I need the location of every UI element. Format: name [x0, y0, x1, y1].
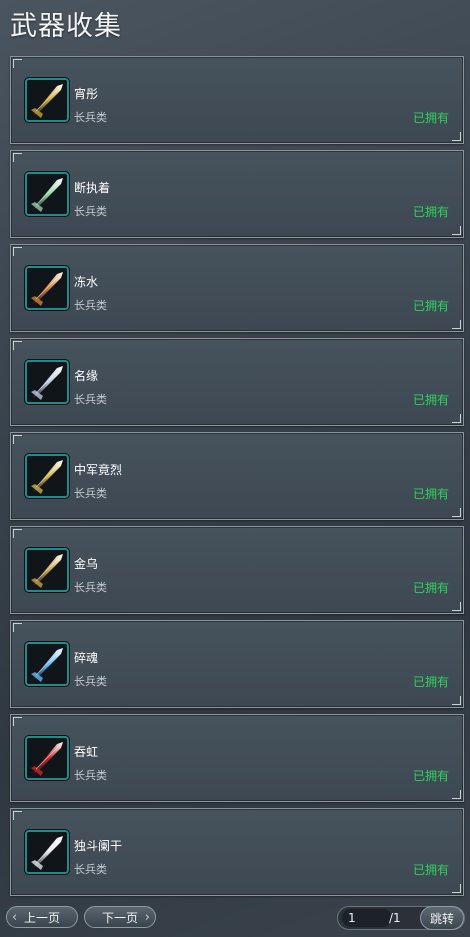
owned-status: 已拥有	[412, 769, 449, 783]
next-page-label: 下一页	[101, 910, 138, 925]
weapon-card[interactable]: 冻水 长兵类 已拥有	[10, 244, 464, 332]
weapon-card[interactable]: 吞虹 长兵类 已拥有	[10, 714, 464, 802]
weapon-type: 长兵类	[74, 205, 107, 218]
chevron-left-icon: ‹	[12, 910, 18, 925]
weapon-card[interactable]: 名缘 长兵类 已拥有	[10, 338, 464, 426]
page-jump-box: 1 /1 跳转	[337, 906, 465, 930]
owned-status: 已拥有	[412, 581, 449, 595]
golden-spear-icon	[25, 548, 69, 592]
prev-page-button[interactable]: ‹ 上一页	[6, 906, 78, 928]
weapon-name: 金乌	[74, 557, 99, 571]
weapon-type: 长兵类	[74, 863, 107, 876]
owned-status: 已拥有	[412, 299, 449, 313]
weapon-name: 中军竟烈	[74, 463, 123, 477]
weapon-type: 长兵类	[74, 675, 107, 688]
trident-icon	[25, 454, 69, 498]
weapon-card[interactable]: 宵彤 长兵类 已拥有	[10, 56, 464, 144]
next-page-button[interactable]: 下一页 ›	[84, 906, 156, 928]
owned-status: 已拥有	[412, 863, 449, 877]
chevron-right-icon: ›	[144, 910, 150, 925]
owned-status: 已拥有	[412, 111, 449, 125]
page-title: 武器收集	[10, 11, 122, 42]
weapon-list: 宵彤 长兵类 已拥有 断执着 长兵类 已拥有 冻水 长兵类 已拥有 名缘 长兵类…	[10, 56, 464, 902]
weapon-type: 长兵类	[74, 769, 107, 782]
golden-blade-icon	[25, 78, 69, 122]
white-blade-icon	[25, 830, 69, 874]
weapon-name: 冻水	[74, 275, 99, 289]
prev-page-label: 上一页	[23, 910, 60, 925]
weapon-type: 长兵类	[74, 581, 107, 594]
jade-blade-icon	[25, 172, 69, 216]
weapon-type: 长兵类	[74, 393, 107, 406]
weapon-name: 断执着	[74, 181, 111, 195]
page-total: /1	[389, 911, 401, 925]
weapon-type: 长兵类	[74, 299, 107, 312]
weapon-name: 独斗阑干	[74, 839, 123, 853]
weapon-name: 吞虹	[74, 745, 99, 759]
weapon-card[interactable]: 独斗阑干 长兵类 已拥有	[10, 808, 464, 896]
weapon-card[interactable]: 金乌 长兵类 已拥有	[10, 526, 464, 614]
weapon-type: 长兵类	[74, 111, 107, 124]
weapon-card[interactable]: 断执着 长兵类 已拥有	[10, 150, 464, 238]
weapon-type: 长兵类	[74, 487, 107, 500]
owned-status: 已拥有	[412, 675, 449, 689]
bronze-spear-icon	[25, 266, 69, 310]
weapon-card[interactable]: 碎魂 长兵类 已拥有	[10, 620, 464, 708]
ice-blade-icon	[25, 642, 69, 686]
owned-status: 已拥有	[412, 487, 449, 501]
crimson-blade-icon	[25, 736, 69, 780]
weapon-name: 宵彤	[74, 87, 99, 101]
weapon-name: 名缘	[74, 369, 99, 383]
owned-status: 已拥有	[412, 205, 449, 219]
owned-status: 已拥有	[412, 393, 449, 407]
weapon-name: 碎魂	[74, 651, 99, 665]
weapon-card[interactable]: 中军竟烈 长兵类 已拥有	[10, 432, 464, 520]
page-number-input[interactable]: 1	[342, 909, 392, 927]
pagination: ‹ 上一页 下一页 › 1 /1 跳转	[0, 904, 470, 932]
silver-blade-icon	[25, 360, 69, 404]
jump-button[interactable]: 跳转	[420, 906, 464, 930]
